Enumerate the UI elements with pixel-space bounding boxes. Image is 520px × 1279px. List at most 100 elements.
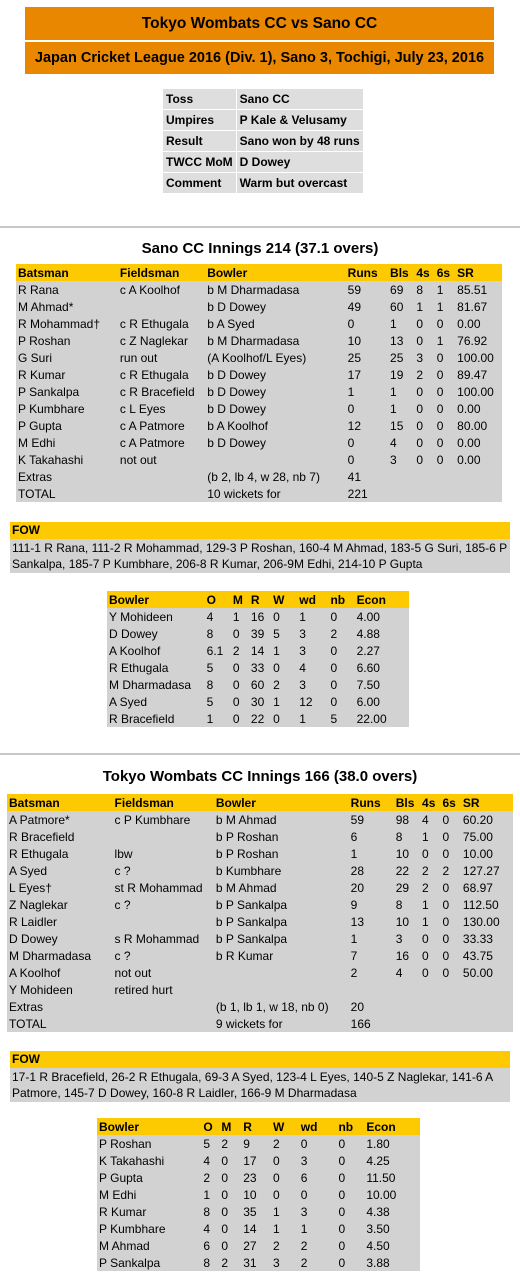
cell: 0 [230, 676, 249, 693]
cell: 9 [348, 896, 394, 913]
cell: 0 [270, 1186, 299, 1203]
cell: 0 [420, 845, 441, 862]
cell: 0 [219, 1237, 242, 1254]
info-value: Sano CC [236, 89, 363, 109]
cell: 0 [219, 1169, 242, 1186]
cell: 30 [248, 693, 272, 710]
cell: b M Ahmad [213, 879, 349, 896]
cell: 5 [271, 625, 298, 642]
cell [460, 981, 513, 998]
cell: 6 [348, 828, 394, 845]
cell: 1 [297, 608, 329, 625]
column-header: M [230, 591, 249, 608]
cell: 0 [271, 608, 298, 625]
cell: G Suri [16, 349, 118, 366]
column-header: Bowler [107, 591, 205, 608]
cell [393, 981, 421, 998]
cell: 0 [345, 434, 389, 451]
column-header: Bowler [205, 264, 346, 281]
column-header: wd [298, 1118, 337, 1135]
cell: 0 [440, 964, 461, 981]
cell: 0 [434, 451, 456, 468]
column-header: Runs [345, 264, 389, 281]
info-row: Umpires P Kale & Velusamy [163, 110, 363, 130]
cell: 10 [393, 913, 421, 930]
batting-row: A Syed c ? b Kumbhare 28 22 2 2 127.27 [7, 862, 513, 879]
column-header: M [219, 1118, 242, 1135]
cell: R Kumar [16, 366, 118, 383]
cell: 60 [388, 298, 415, 315]
bowling-row: R Ethugala 5 0 33 0 4 0 6.60 [107, 659, 409, 676]
batting-row: D Dowey s R Mohammad b P Sankalpa 1 3 0 0 33.33 [7, 930, 513, 947]
info-row: TWCC MoM D Dowey [163, 152, 363, 172]
cell: 69 [388, 281, 415, 298]
cell: 4 [201, 1152, 220, 1169]
cell: 3 [414, 349, 435, 366]
cell: 1 [434, 298, 456, 315]
cell: M Edhi [16, 434, 118, 451]
cell [420, 981, 441, 998]
batting-header-row: Batsman Fieldsman Bowler Runs Bls 4s 6s SR [7, 794, 513, 811]
cell: 6 [201, 1237, 220, 1254]
cell [434, 468, 456, 485]
cell [205, 451, 346, 468]
cell: 0.00 [455, 434, 502, 451]
batting-row: P Gupta c A Patmore b A Koolhof 12 15 0 0 80.00 [16, 417, 502, 434]
cell: 0 [336, 1152, 365, 1169]
cell: 25 [388, 349, 415, 366]
cell: 2 [328, 625, 355, 642]
cell: Y Mohideen [7, 981, 113, 998]
cell: 7.50 [354, 676, 409, 693]
column-header: R [248, 591, 272, 608]
cell: 15 [388, 417, 415, 434]
cell: 0.00 [455, 400, 502, 417]
cell: 2 [298, 1254, 337, 1271]
cell: 0 [440, 913, 461, 930]
cell: 0 [230, 659, 249, 676]
cell: 13 [388, 332, 415, 349]
cell: 1 [270, 1203, 299, 1220]
batting-row: M Edhi c A Patmore b D Dowey 0 4 0 0 0.00 [16, 434, 502, 451]
cell: lbw [112, 845, 214, 862]
cell: 0 [440, 811, 461, 828]
info-value: P Kale & Velusamy [236, 110, 363, 130]
cell: 0 [414, 383, 435, 400]
column-header: SR [460, 794, 513, 811]
cell: 2 [414, 366, 435, 383]
cell: 14 [241, 1220, 271, 1237]
fall-of-wickets: FOW 17-1 R Bracefield, 26-2 R Ethugala, … [10, 1051, 510, 1102]
cell: 0 [414, 451, 435, 468]
cell: 1 [348, 930, 394, 947]
cell: 1 [204, 710, 231, 727]
batting-row: R Kumar c R Ethugala b D Dowey 17 19 2 0 89.47 [16, 366, 502, 383]
cell: 0 [414, 434, 435, 451]
cell: 2.27 [354, 642, 409, 659]
cell: 2 [348, 964, 394, 981]
cell: Z Naglekar [7, 896, 113, 913]
cell: 10 [241, 1186, 271, 1203]
cell: 0 [219, 1220, 242, 1237]
cell: 50.00 [460, 964, 513, 981]
cell: 0.00 [455, 315, 502, 332]
column-header: R [241, 1118, 271, 1135]
cell: 8 [201, 1203, 220, 1220]
cell: 2 [230, 642, 249, 659]
cell: 3 [388, 451, 415, 468]
batting-row: R Laidler b P Sankalpa 13 10 1 0 130.00 [7, 913, 513, 930]
cell: 0 [298, 1186, 337, 1203]
fow-text: 111-1 R Rana, 111-2 R Mohammad, 129-3 P … [10, 539, 510, 573]
cell: 0 [440, 845, 461, 862]
cell [112, 913, 214, 930]
cell: 28 [348, 862, 394, 879]
column-header: W [270, 1118, 299, 1135]
cell: 8 [414, 281, 435, 298]
cell: 2 [219, 1135, 242, 1152]
info-label: TWCC MoM [163, 152, 236, 172]
fow-header: FOW [10, 522, 510, 539]
cell: K Takahashi [16, 451, 118, 468]
cell: 0 [345, 451, 389, 468]
column-header: O [201, 1118, 220, 1135]
cell [117, 485, 206, 502]
cell: 80.00 [455, 417, 502, 434]
cell: 75.00 [460, 828, 513, 845]
